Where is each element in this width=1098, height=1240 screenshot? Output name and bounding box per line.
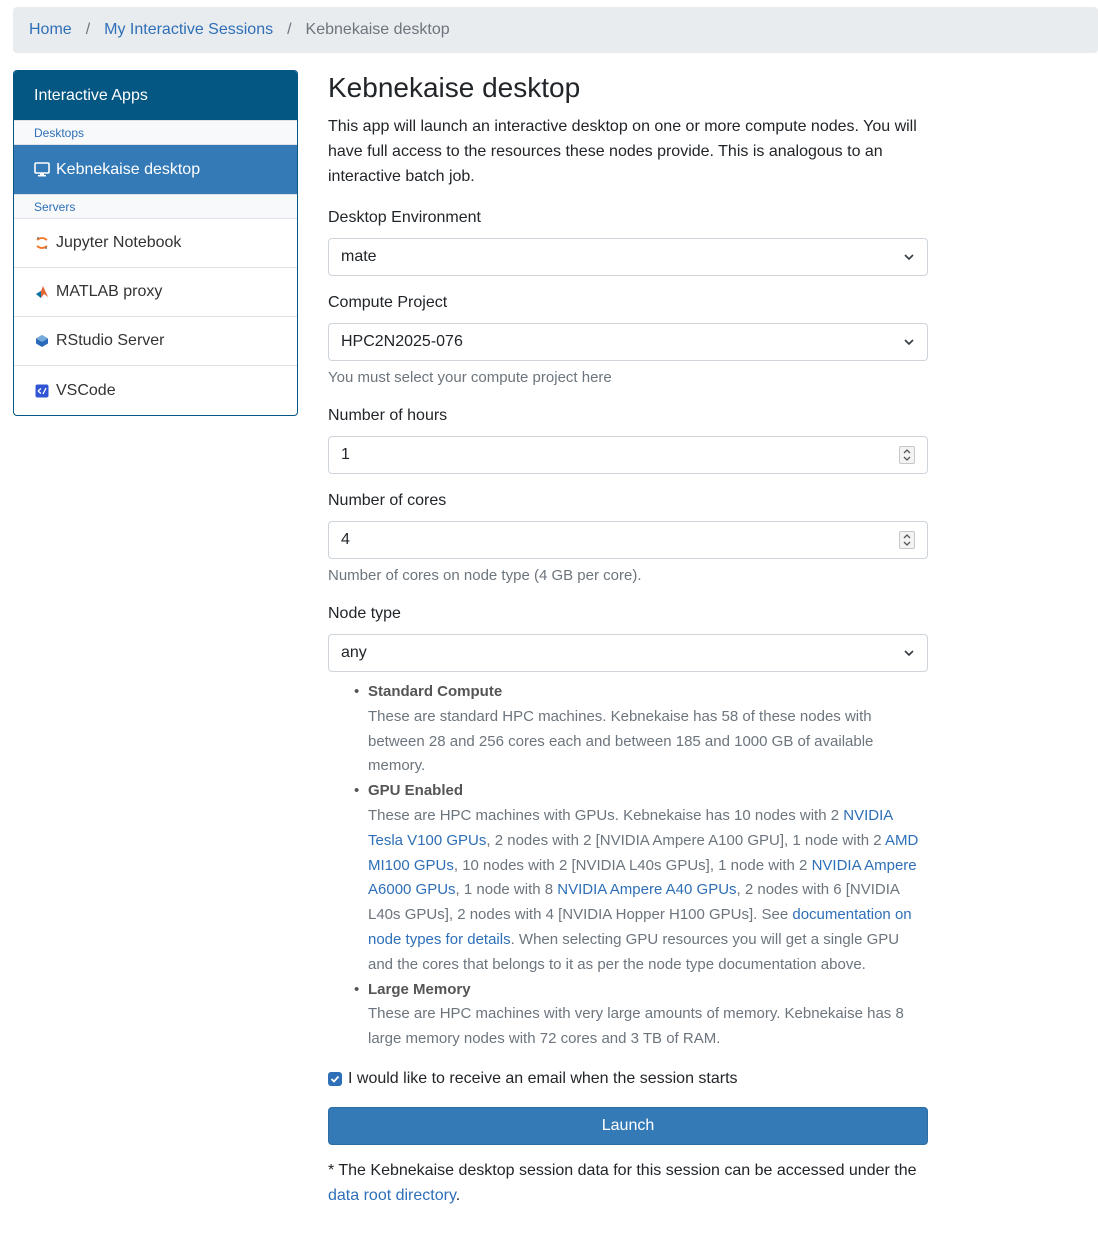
compute-project-select[interactable]: HPC2N2025-076 <box>328 323 928 361</box>
node-type-text: , 2 nodes with 2 [NVIDIA Ampere A100 GPU… <box>486 831 885 849</box>
list-item: Large Memory These are HPC machines with… <box>354 978 928 1052</box>
sidebar-item-jupyter-notebook[interactable]: Jupyter Notebook <box>14 219 297 268</box>
hours-input[interactable]: 1 <box>328 436 928 474</box>
nvidia-ampere-a40-link[interactable]: NVIDIA Ampere A40 GPUs <box>557 881 736 898</box>
sidebar-item-label: Kebnekaise desktop <box>56 160 201 178</box>
sidebar-header: Interactive Apps <box>14 71 297 120</box>
input-value: 1 <box>341 446 350 463</box>
sidebar-item-label: Jupyter Notebook <box>56 234 182 251</box>
chevron-down-icon <box>904 254 914 261</box>
node-type-title: Standard Compute <box>368 683 503 700</box>
email-checkbox[interactable] <box>328 1071 342 1086</box>
matlab-icon <box>34 284 50 300</box>
desktop-environment-select[interactable]: mate <box>328 238 928 276</box>
breadcrumb-current: Kebnekaise desktop <box>305 21 450 38</box>
email-checkbox-label[interactable]: I would like to receive an email when th… <box>348 1070 738 1088</box>
rstudio-icon <box>34 333 50 349</box>
sidebar-item-label: MATLAB proxy <box>56 283 163 300</box>
chevron-down-icon <box>904 339 914 346</box>
sidebar-group-desktops: Desktops <box>14 120 297 145</box>
hours-label: Number of hours <box>328 407 448 424</box>
input-value: 4 <box>341 531 350 548</box>
breadcrumb-home-link[interactable]: Home <box>29 21 72 39</box>
node-type-label: Node type <box>328 605 401 622</box>
breadcrumb-sessions-link[interactable]: My Interactive Sessions <box>104 21 273 39</box>
footnote-text: * The Kebnekaise desktop session data fo… <box>328 1161 917 1179</box>
node-type-title: GPU Enabled <box>368 782 464 800</box>
page-title: Kebnekaise desktop <box>328 72 581 103</box>
email-notification: I would like to receive an email when th… <box>328 1070 928 1088</box>
sidebar-item-label: RStudio Server <box>56 332 165 349</box>
monitor-icon <box>34 162 50 178</box>
spinner-icon[interactable] <box>899 446 915 464</box>
breadcrumb-separator: / <box>85 21 91 38</box>
sidebar: Interactive Apps Desktops Kebnekaise des… <box>13 70 298 416</box>
select-value: any <box>341 644 367 661</box>
session-form: Kebnekaise desktop This app will launch … <box>328 70 928 1224</box>
node-type-select[interactable]: any <box>328 634 928 672</box>
node-type-title: Large Memory <box>368 980 471 998</box>
sidebar-item-vscode[interactable]: VSCode <box>14 366 297 415</box>
cores-label: Number of cores <box>328 492 447 509</box>
compute-project-label: Compute Project <box>328 294 448 311</box>
launch-button[interactable]: Launch <box>328 1106 928 1145</box>
chevron-down-icon <box>904 650 914 657</box>
compute-project-help: You must select your compute project her… <box>328 369 612 386</box>
node-type-text: , 10 nodes with 2 [NVIDIA L40s GPUs], 1 … <box>453 856 812 874</box>
select-value: HPC2N2025-076 <box>341 333 463 350</box>
sidebar-item-label: VSCode <box>56 381 116 399</box>
breadcrumb: Home / My Interactive Sessions / Kebneka… <box>13 7 1098 53</box>
jupyter-icon <box>34 235 50 251</box>
data-root-directory-link[interactable]: data root directory <box>328 1187 456 1204</box>
app-description: This app will launch an interactive desk… <box>328 118 917 185</box>
breadcrumb-separator: / <box>287 21 292 38</box>
desktop-environment-label: Desktop Environment <box>328 209 481 226</box>
vscode-icon <box>34 383 50 399</box>
footnote-end: . <box>455 1186 461 1204</box>
node-type-help: Standard Compute These are standard HPC … <box>328 680 928 1052</box>
check-icon <box>330 1075 340 1083</box>
sidebar-item-matlab-proxy[interactable]: MATLAB proxy <box>14 268 297 317</box>
sidebar-item-rstudio-server[interactable]: RStudio Server <box>14 317 297 366</box>
cores-help: Number of cores on node type (4 GB per c… <box>328 567 642 584</box>
select-value: mate <box>341 248 377 265</box>
footnote: * The Kebnekaise desktop session data fo… <box>328 1158 928 1208</box>
spinner-icon[interactable] <box>899 531 915 549</box>
node-type-text: , 1 node with 8 <box>455 881 558 899</box>
node-type-text: These are standard HPC machines. Kebneka… <box>368 707 874 775</box>
list-item: GPU Enabled These are HPC machines with … <box>354 779 928 977</box>
node-type-text: These are HPC machines with very large a… <box>368 1005 904 1048</box>
node-type-text: These are HPC machines with GPUs. Kebnek… <box>368 806 844 824</box>
list-item: Standard Compute These are standard HPC … <box>354 680 928 779</box>
cores-input[interactable]: 4 <box>328 521 928 559</box>
sidebar-group-servers: Servers <box>14 194 297 219</box>
sidebar-item-kebnekaise-desktop[interactable]: Kebnekaise desktop <box>14 145 297 194</box>
